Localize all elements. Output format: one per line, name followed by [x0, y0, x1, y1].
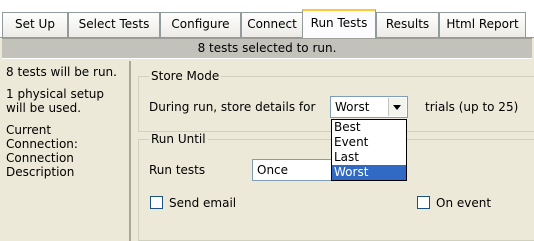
- run-tests-value: Once: [257, 163, 289, 177]
- tab-configure[interactable]: Configure: [160, 12, 241, 37]
- tab-run-tests[interactable]: Run Tests: [302, 9, 376, 38]
- chevron-down-icon[interactable]: [388, 98, 406, 116]
- store-details-label: During run, store details for: [149, 100, 316, 114]
- tab-select-tests[interactable]: Select Tests: [68, 12, 160, 37]
- connection-label: Current Connection:: [6, 123, 78, 151]
- trials-limit-label: trials (up to 25): [425, 100, 519, 114]
- send-email-checkbox[interactable]: [150, 196, 163, 209]
- dropdown-option-last[interactable]: Last: [332, 150, 406, 165]
- connection-description-label: Connection Description: [6, 151, 75, 179]
- send-email-label: Send email: [169, 196, 237, 210]
- status-text: 8 tests selected to run.: [197, 41, 337, 55]
- trials-dropdown-value: Worst: [335, 100, 370, 114]
- tab-bar: Set Up Select Tests Configure Connect Ru…: [0, 0, 534, 38]
- tab-results[interactable]: Results: [376, 12, 439, 37]
- left-info-panel: 8 tests will be run. 1 physical setup wi…: [2, 61, 131, 241]
- status-bar: 8 tests selected to run.: [2, 38, 532, 59]
- on-event-checkbox[interactable]: [417, 196, 430, 209]
- tab-html-report[interactable]: Html Report: [439, 12, 526, 37]
- setup-info-text: 1 physical setup will be used.: [6, 87, 105, 115]
- dropdown-option-worst[interactable]: Worst: [332, 165, 406, 180]
- tab-set-up[interactable]: Set Up: [2, 12, 68, 37]
- dropdown-option-best[interactable]: Best: [332, 120, 406, 135]
- tests-info-text: 8 tests will be run.: [6, 65, 117, 79]
- dropdown-option-event[interactable]: Event: [332, 135, 406, 150]
- tab-connect[interactable]: Connect: [241, 12, 303, 37]
- run-until-title: Run Until: [149, 132, 208, 146]
- run-tests-label: Run tests: [149, 163, 206, 177]
- on-event-label: On event: [436, 196, 492, 210]
- trials-dropdown[interactable]: Worst: [330, 96, 408, 118]
- trials-dropdown-list: Best Event Last Worst: [331, 119, 407, 181]
- store-mode-title: Store Mode: [149, 69, 222, 83]
